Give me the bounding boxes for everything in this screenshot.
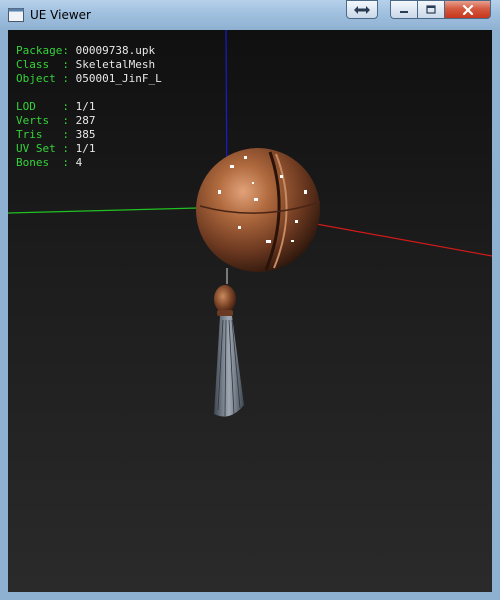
restore-arrows-icon (354, 5, 370, 14)
bones-value: 4 (75, 156, 83, 169)
object-row: Object : 050001_JinF_L (16, 72, 162, 85)
verts-value: 287 (75, 114, 96, 127)
tris-row: Tris : 385 (16, 128, 96, 141)
verts-row: Verts : 287 (16, 114, 96, 127)
close-button[interactable] (444, 0, 491, 19)
maximize-icon (426, 5, 436, 14)
bead (214, 285, 236, 313)
class-value: SkeletalMesh (75, 58, 156, 71)
package-row: Package: 00009738.upk (16, 44, 156, 57)
restore-button[interactable] (346, 0, 378, 19)
window-title: UE Viewer (30, 8, 91, 22)
lod-value: 1/1 (75, 100, 96, 113)
uvset-row: UV Set : 1/1 (16, 142, 96, 155)
y-axis-line (8, 207, 199, 214)
uvset-value: 1/1 (75, 142, 96, 155)
tris-value: 385 (75, 128, 96, 141)
title-bar[interactable]: UE Viewer (0, 0, 500, 30)
app-icon (8, 8, 24, 22)
minimize-icon (400, 10, 408, 13)
lod-row: LOD : 1/1 (16, 100, 96, 113)
mesh-info-overlay: Package: 00009738.upk Class : SkeletalMe… (16, 44, 162, 170)
maximize-button[interactable] (417, 0, 444, 19)
bead-cap (217, 310, 233, 316)
3d-viewport[interactable]: Package: 00009738.upk Class : SkeletalMe… (8, 30, 492, 592)
minimize-button[interactable] (390, 0, 417, 19)
bones-row: Bones : 4 (16, 156, 83, 169)
app-window: UE Viewer Package: 00009738.upk Class: … (0, 0, 500, 600)
package-value: 00009738.upk (75, 44, 156, 57)
class-row: Class : SkeletalMesh (16, 58, 156, 71)
object-value: 050001_JinF_L (75, 72, 162, 85)
close-icon (462, 4, 473, 15)
